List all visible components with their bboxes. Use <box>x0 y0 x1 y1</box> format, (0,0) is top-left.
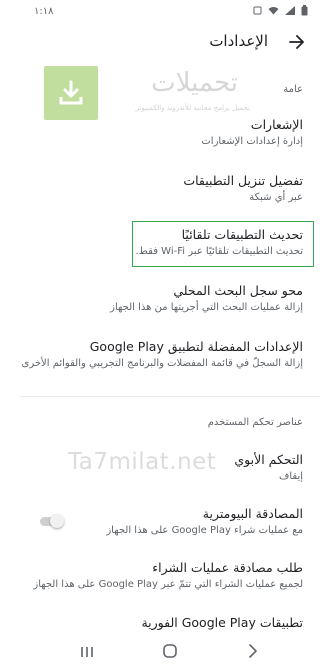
setting-instant-apps[interactable]: تطبيقات Google Play الفورية <box>36 614 303 631</box>
status-bar: ١:١٨ <box>20 0 320 24</box>
setting-subtitle: إدارة إعدادات الإشعارات <box>201 136 303 147</box>
home-button[interactable] <box>160 643 180 662</box>
setting-title: تطبيقات Google Play الفورية <box>141 615 303 630</box>
toggle-thumb <box>50 514 64 528</box>
setting-title: طلب مصادقة عمليات الشراء <box>152 560 303 575</box>
setting-require-purchase-auth[interactable]: طلب مصادقة عمليات الشراء لجميع عمليات ال… <box>33 559 303 592</box>
notification-icon <box>253 6 262 15</box>
status-time: ١:١٨ <box>34 6 54 17</box>
setting-clear-search-history[interactable]: محو سجل البحث المحلي إزالة عمليات البحث … <box>36 282 303 315</box>
back-button[interactable] <box>284 30 310 56</box>
biometric-toggle[interactable] <box>38 514 64 528</box>
setting-title: الإعدادات المفضلة لتطبيق Google Play <box>89 339 303 354</box>
setting-subtitle: إزالة عمليات البحث التي أجريتها من هذا ا… <box>110 302 303 313</box>
section-header-general: عامة <box>283 84 303 95</box>
setting-subtitle: لجميع عمليات الشراء التي تتمّ عبر Google… <box>33 579 303 590</box>
recents-button[interactable] <box>77 644 97 660</box>
setting-subtitle: إيقاف <box>278 471 303 482</box>
setting-title: تحديث التطبيقات تلقائيًا <box>181 227 303 242</box>
setting-biometric-auth[interactable]: المصادقة البيومترية مع عمليات شراء Googl… <box>36 505 303 538</box>
setting-subtitle: تحديث التطبيقات تلقائيًا عبر Wi-Fi فقط. <box>135 246 303 257</box>
section-header-user-controls: عناصر تحكم المستخدم <box>207 417 303 428</box>
signal-icon <box>285 6 295 15</box>
watermark-logo: تحميلات تحميل برامج مجانية للأندرويد وال… <box>44 66 250 120</box>
setting-title: تفضيل تنزيل التطبيقات <box>183 173 303 188</box>
arrow-forward-icon <box>289 34 305 53</box>
home-icon <box>162 643 178 662</box>
setting-title: الإشعارات <box>250 117 303 132</box>
setting-download-preference[interactable]: تفضيل تنزيل التطبيقات عبر أي شبكة <box>36 172 303 205</box>
setting-title: التحكم الأبوي <box>234 452 303 467</box>
watermark-tagline: تحميل برامج مجانية للأندرويد والكمبيوتر <box>135 104 250 112</box>
setting-title: محو سجل البحث المحلي <box>173 283 303 298</box>
setting-notifications[interactable]: الإشعارات إدارة إعدادات الإشعارات <box>36 116 303 149</box>
battery-icon <box>301 5 308 16</box>
section-divider <box>20 396 320 397</box>
download-icon <box>44 66 98 120</box>
page-title: الإعدادات <box>209 32 268 50</box>
wifi-icon <box>268 6 279 15</box>
nav-back-button[interactable] <box>243 643 263 662</box>
app-bar: الإعدادات <box>20 24 320 62</box>
navigation-bar <box>20 638 320 666</box>
setting-title: المصادقة البيومترية <box>202 506 303 521</box>
setting-subtitle: عبر أي شبكة <box>249 192 303 203</box>
setting-subtitle: إزالة السجلّ في قائمة المفضلات والبرنامج… <box>21 358 303 369</box>
back-icon <box>248 643 258 662</box>
setting-parental-controls[interactable]: التحكم الأبوي إيقاف <box>36 451 303 484</box>
status-icons <box>253 5 308 16</box>
setting-auto-update[interactable]: تحديث التطبيقات تلقائيًا تحديث التطبيقات… <box>36 226 303 259</box>
setting-subtitle: مع عمليات شراء Google Play على هذا الجها… <box>106 525 303 536</box>
recents-icon <box>80 643 94 662</box>
watermark-brand: تحميلات <box>151 68 238 98</box>
setting-play-preferences[interactable]: الإعدادات المفضلة لتطبيق Google Play إزا… <box>21 338 303 371</box>
